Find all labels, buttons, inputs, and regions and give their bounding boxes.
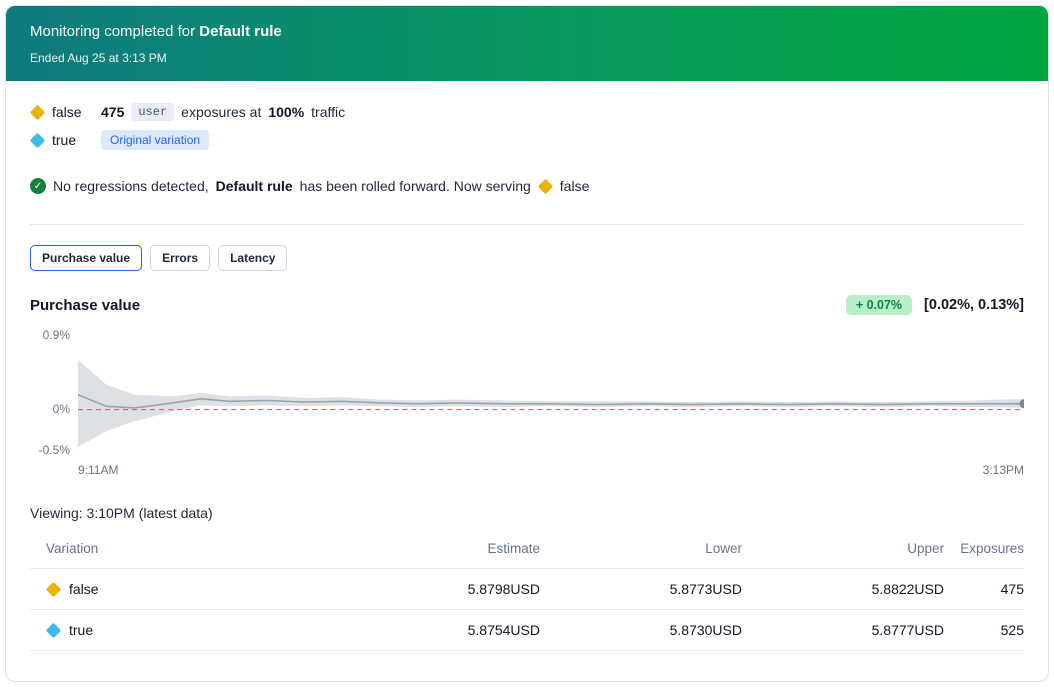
- variation-name: false: [52, 104, 94, 120]
- status-line: ✓ No regressions detected, Default rule …: [30, 178, 1024, 194]
- viewing-timestamp: Viewing: 3:10PM (latest data): [30, 505, 1024, 521]
- banner-subtitle: Ended Aug 25 at 3:13 PM: [30, 51, 1024, 65]
- metric-chart-svg[interactable]: [78, 329, 1024, 457]
- variation-true-diamond-icon: [46, 622, 62, 638]
- status-text-2: has been rolled forward. Now serving: [300, 178, 531, 194]
- exposures-text: exposures at: [181, 104, 261, 120]
- variation-row-false: false 475 user exposures at 100% traffic: [30, 103, 1024, 121]
- diff-badge: + 0.07%: [846, 295, 912, 315]
- variation-label: false: [69, 581, 99, 597]
- tab-latency[interactable]: Latency: [218, 245, 287, 271]
- cell-lower: 5.8730USD: [540, 622, 742, 638]
- y-tick-top: 0.9%: [43, 328, 70, 342]
- traffic-text: traffic: [311, 104, 345, 120]
- variation-false-diamond-icon: [30, 104, 46, 120]
- y-tick-zero: 0%: [53, 402, 70, 416]
- x-label-start: 9:11AM: [78, 463, 118, 477]
- metric-chart[interactable]: 0.9% 0% -0.5% 9:11AM 3:13PM: [30, 329, 1024, 477]
- cell-upper: 5.8822USD: [742, 581, 944, 597]
- tab-errors[interactable]: Errors: [150, 245, 210, 271]
- banner-rule-name: Default rule: [199, 23, 282, 40]
- tab-purchase-value[interactable]: Purchase value: [30, 245, 142, 271]
- variation-true-diamond-icon: [30, 132, 46, 148]
- col-header-exposures: Exposures: [944, 541, 1024, 556]
- table-row: false 5.8798USD 5.8773USD 5.8822USD 475: [30, 569, 1024, 610]
- banner-title-prefix: Monitoring completed for: [30, 23, 199, 40]
- variation-label: true: [69, 622, 93, 638]
- variation-summary: false 475 user exposures at 100% traffic…: [30, 103, 1024, 150]
- cell-exposures: 525: [944, 622, 1024, 638]
- serving-variation-diamond-icon: [538, 178, 554, 194]
- exposure-count: 475: [101, 104, 124, 120]
- variation-name: true: [52, 132, 94, 148]
- cell-variation: true: [30, 622, 340, 638]
- status-text-1: No regressions detected,: [53, 178, 209, 194]
- monitoring-card: Monitoring completed for Default rule En…: [5, 5, 1049, 682]
- variation-false-diamond-icon: [46, 581, 62, 597]
- results-table: Variation Estimate Lower Upper Exposures…: [30, 531, 1024, 651]
- y-axis: 0.9% 0% -0.5%: [30, 329, 78, 457]
- cell-estimate: 5.8798USD: [340, 581, 540, 597]
- table-row: true 5.8754USD 5.8730USD 5.8777USD 525: [30, 610, 1024, 651]
- chart-plot-area[interactable]: [78, 329, 1024, 457]
- unit-badge: user: [131, 103, 174, 121]
- confidence-interval: [0.02%, 0.13%]: [924, 297, 1024, 313]
- metric-header: Purchase value + 0.07% [0.02%, 0.13%]: [30, 295, 1024, 315]
- original-variation-badge: Original variation: [101, 130, 209, 150]
- card-content: false 475 user exposures at 100% traffic…: [6, 103, 1048, 681]
- banner-title: Monitoring completed for Default rule: [30, 23, 1024, 40]
- check-circle-icon: ✓: [30, 178, 46, 194]
- cell-estimate: 5.8754USD: [340, 622, 540, 638]
- table-header-row: Variation Estimate Lower Upper Exposures: [30, 531, 1024, 569]
- cell-upper: 5.8777USD: [742, 622, 944, 638]
- cell-exposures: 475: [944, 581, 1024, 597]
- col-header-lower: Lower: [540, 541, 742, 556]
- traffic-percent: 100%: [268, 104, 304, 120]
- col-header-upper: Upper: [742, 541, 944, 556]
- x-axis: 9:11AM 3:13PM: [78, 463, 1024, 477]
- cell-variation: false: [30, 581, 340, 597]
- x-label-end: 3:13PM: [983, 463, 1024, 477]
- y-tick-bottom: -0.5%: [39, 443, 70, 457]
- status-rule-name: Default rule: [216, 178, 293, 194]
- col-header-estimate: Estimate: [340, 541, 540, 556]
- completion-banner: Monitoring completed for Default rule En…: [6, 6, 1048, 81]
- metric-title: Purchase value: [30, 297, 140, 314]
- metric-result: + 0.07% [0.02%, 0.13%]: [846, 295, 1024, 315]
- metric-tabs: Purchase value Errors Latency: [30, 245, 1024, 271]
- serving-variation-name: false: [560, 178, 590, 194]
- section-divider: [30, 224, 1024, 225]
- cell-lower: 5.8773USD: [540, 581, 742, 597]
- col-header-variation: Variation: [30, 541, 340, 556]
- variation-row-true: true Original variation: [30, 130, 1024, 150]
